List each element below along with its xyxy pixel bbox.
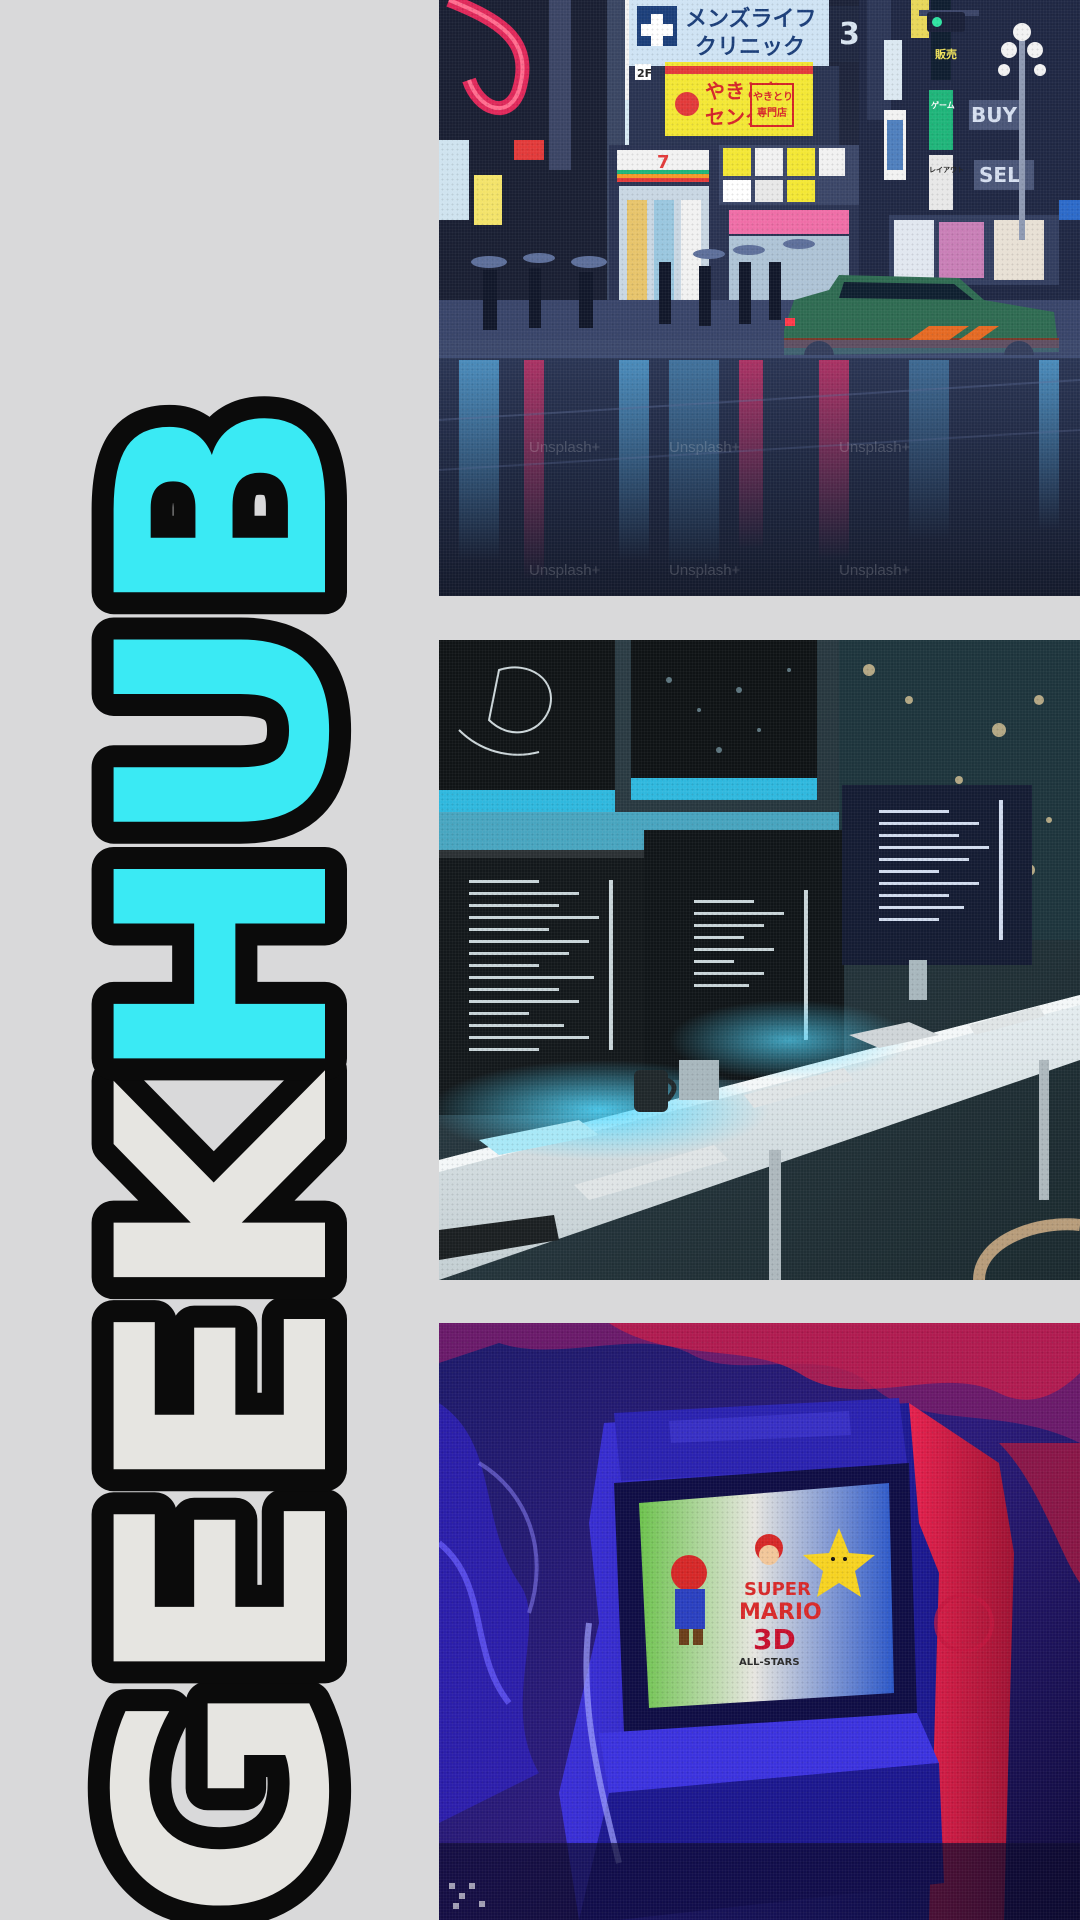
watermark-5: Unsplash+ (669, 562, 741, 579)
logo-word-geek: GEEK (57, 1068, 394, 1920)
sign-number-3: 3 (839, 17, 860, 52)
svg-text:GEEKHUB: GEEKHUB (57, 404, 394, 1920)
game-title-3d: 3D (753, 1623, 796, 1656)
yakitori-side-line1: やきとり (753, 91, 793, 103)
watermark-6: Unsplash+ (839, 562, 911, 579)
clinic-sign-line2: クリニック (695, 35, 805, 60)
watermark-1: Unsplash+ (529, 439, 601, 456)
vertical-sign-2: 販売 (935, 47, 957, 61)
game-title-allstars: ALL-STARS (739, 1657, 800, 1668)
game-title-mario: MARIO (739, 1600, 822, 1625)
photo-computer-desk (439, 640, 1080, 1280)
watermark-3: Unsplash+ (839, 439, 911, 456)
watermark-4: Unsplash+ (529, 562, 601, 579)
store-sign-7: 7 (657, 152, 670, 173)
geekhub-logo: GEEKHUB GEEKHUB (0, 0, 440, 1920)
clinic-sign-line1: メンズライフ (685, 6, 817, 32)
geekhub-wordmark: GEEKHUB GEEKHUB (35, 382, 416, 1920)
photo-arcade-cabinet: SUPER MARIO 3D ALL-STARS (439, 1323, 1080, 1920)
logo-word-hub: HUB (57, 404, 394, 1085)
sign-2f: 2F (637, 67, 652, 80)
yakitori-side-line2: 専門店 (757, 106, 787, 119)
sell-sign: SEL (979, 163, 1020, 187)
vertical-sign-3: ゲーム (931, 100, 955, 110)
photo-city-street: メンズライフ クリニック 3 2F やきとり センター やきとり 専門店 7 販… (439, 0, 1080, 596)
buy-sign: BUY (971, 103, 1017, 127)
vertical-sign-4: レイアウト (929, 165, 964, 174)
watermark-2: Unsplash+ (669, 439, 741, 456)
game-title-super: SUPER (744, 1579, 811, 1600)
